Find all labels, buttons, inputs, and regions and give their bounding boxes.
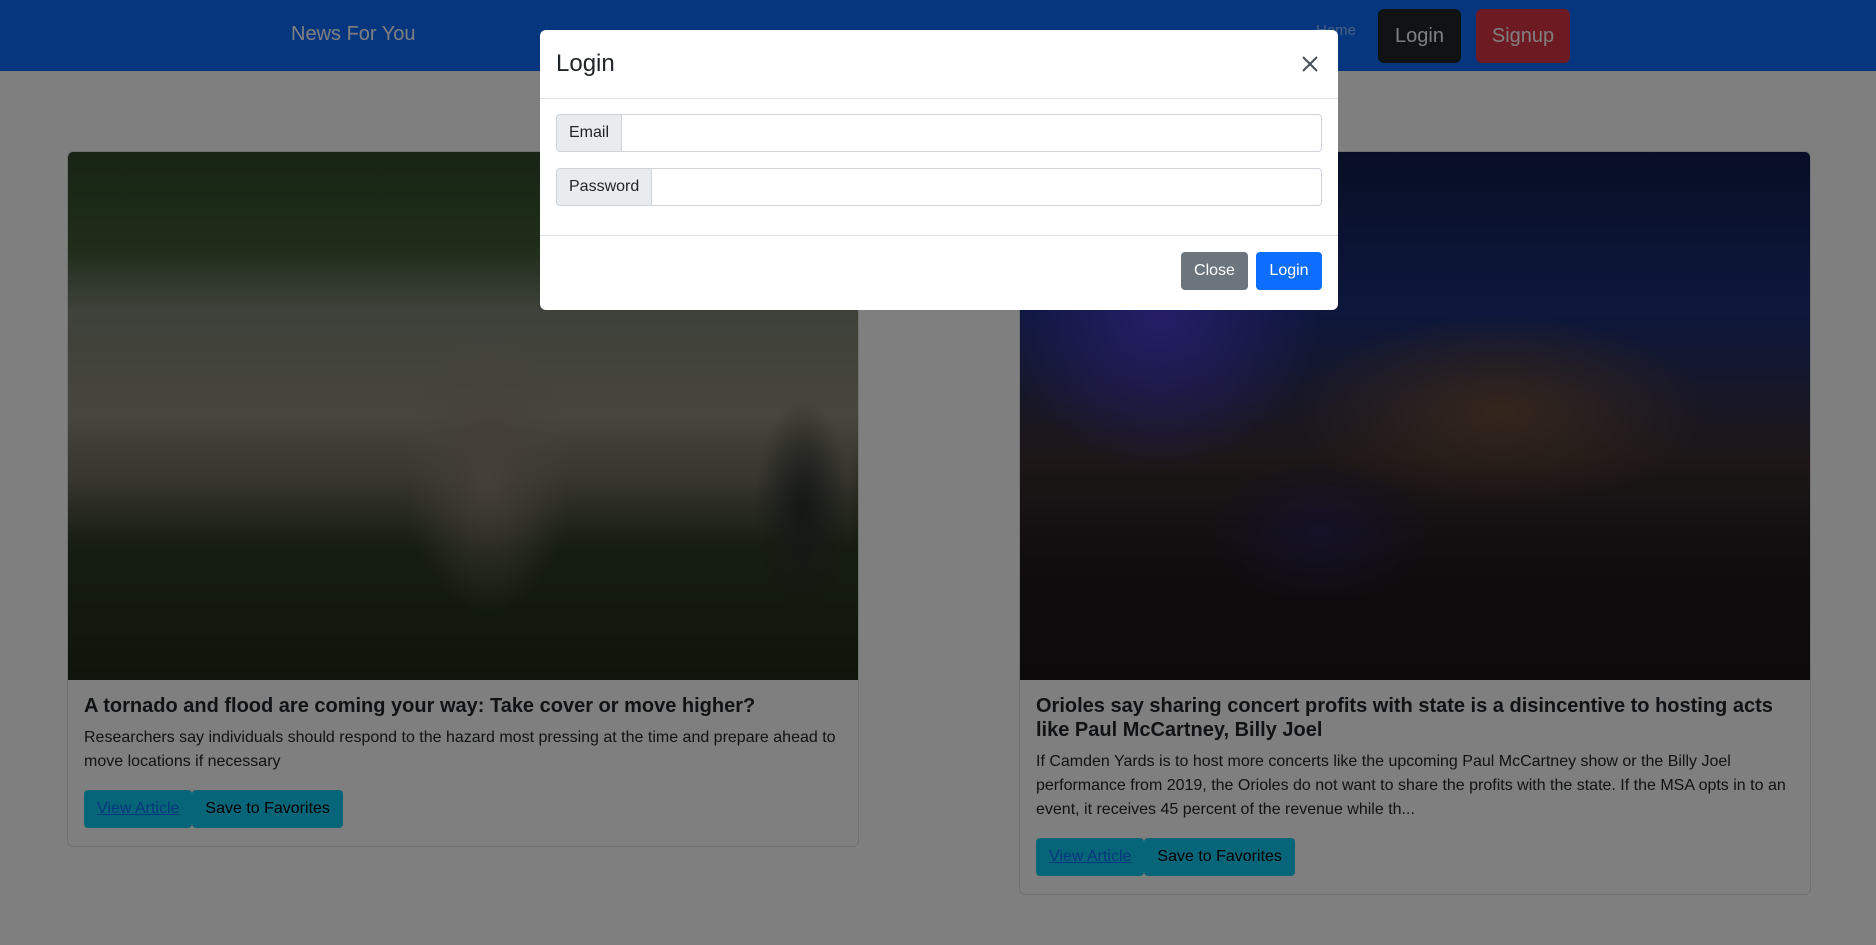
password-field[interactable] — [651, 168, 1322, 206]
modal-body: Email Password — [540, 99, 1338, 236]
modal-header: Login — [540, 30, 1338, 99]
email-input-group: Email — [556, 114, 1322, 152]
password-label: Password — [556, 168, 652, 206]
modal-footer: Close Login — [540, 236, 1338, 304]
close-button[interactable]: Close — [1181, 252, 1248, 290]
login-submit-button[interactable]: Login — [1256, 252, 1322, 290]
email-field[interactable] — [621, 114, 1322, 152]
password-input-group: Password — [556, 168, 1322, 206]
login-modal: Login Email Password Close Login — [540, 30, 1338, 310]
modal-title: Login — [556, 50, 615, 77]
email-label: Email — [556, 114, 622, 152]
close-icon[interactable] — [1298, 52, 1322, 76]
